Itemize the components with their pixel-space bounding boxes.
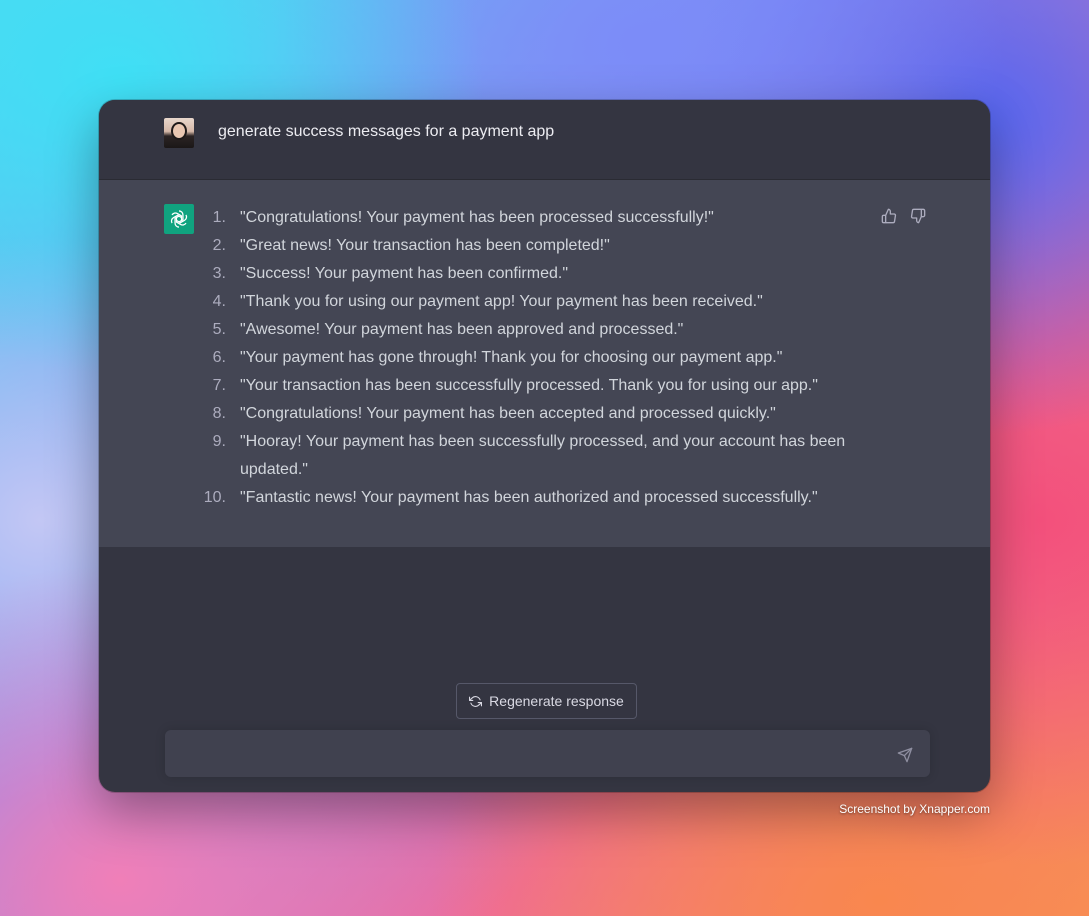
regenerate-response-label: Regenerate response — [489, 693, 624, 709]
list-item-text: "Your payment has gone through! Thank yo… — [240, 349, 783, 366]
list-item-number: 4. — [212, 293, 226, 310]
list-item-number: 8. — [212, 405, 226, 422]
list-item-text: "Thank you for using our payment app! Yo… — [240, 293, 763, 310]
message-input[interactable] — [181, 730, 885, 779]
assistant-answer-list: 1. "Congratulations! Your payment has bee… — [202, 204, 862, 512]
thumbs-down-button[interactable] — [909, 207, 927, 225]
user-avatar — [164, 118, 194, 148]
list-item: 5. "Awesome! Your payment has been approv… — [202, 316, 862, 344]
message-composer — [165, 730, 930, 779]
list-item-text: "Congratulations! Your payment has been … — [240, 405, 776, 422]
list-item-text: "Your transaction has been successfully … — [240, 377, 818, 394]
list-item-number: 5. — [212, 321, 226, 338]
refresh-icon — [469, 695, 483, 707]
openai-logo-icon — [164, 204, 194, 234]
list-item-text: "Congratulations! Your payment has been … — [240, 209, 714, 226]
list-item: 10. "Fantastic news! Your payment has bee… — [202, 484, 862, 512]
send-icon — [897, 747, 913, 763]
regenerate-response-button[interactable]: Regenerate response — [456, 683, 637, 719]
assistant-message-row: 1. "Congratulations! Your payment has bee… — [99, 180, 990, 547]
chat-window: generate success messages for a payment … — [99, 100, 990, 792]
list-item-text: "Hooray! Your payment has been successfu… — [240, 433, 846, 478]
list-item: 2. "Great news! Your transaction has been… — [202, 232, 862, 260]
list-item: 7. "Your transaction has been successfull… — [202, 372, 862, 400]
list-item: 3. "Success! Your payment has been confir… — [202, 260, 862, 288]
user-message-text: generate success messages for a payment … — [218, 123, 555, 140]
watermark-text: Screenshot by Xnapper.com — [839, 802, 990, 816]
list-item: 9. "Hooray! Your payment has been success… — [202, 428, 862, 484]
list-item-number: 1. — [212, 209, 226, 226]
thumbs-up-button[interactable] — [880, 207, 898, 225]
send-button[interactable] — [895, 745, 915, 765]
list-item: 1. "Congratulations! Your payment has bee… — [202, 204, 862, 232]
list-item: 6. "Your payment has gone through! Thank … — [202, 344, 862, 372]
list-item-number: 9. — [212, 433, 226, 450]
list-item-text: "Fantastic news! Your payment has been a… — [240, 489, 818, 506]
list-item-text: "Great news! Your transaction has been c… — [240, 237, 610, 254]
list-item-number: 2. — [212, 237, 226, 254]
thumbs-up-icon — [881, 208, 897, 224]
list-item-text: "Success! Your payment has been confirme… — [240, 265, 568, 282]
user-message-row: generate success messages for a payment … — [99, 100, 990, 180]
list-item-number: 10. — [203, 489, 226, 506]
thumbs-down-icon — [910, 208, 926, 224]
list-item-number: 7. — [212, 377, 226, 394]
list-item: 8. "Congratulations! Your payment has bee… — [202, 400, 862, 428]
list-item-number: 6. — [212, 349, 226, 366]
list-item: 4. "Thank you for using our payment app! … — [202, 288, 862, 316]
list-item-text: "Awesome! Your payment has been approved… — [240, 321, 684, 338]
list-item-number: 3. — [212, 265, 226, 282]
